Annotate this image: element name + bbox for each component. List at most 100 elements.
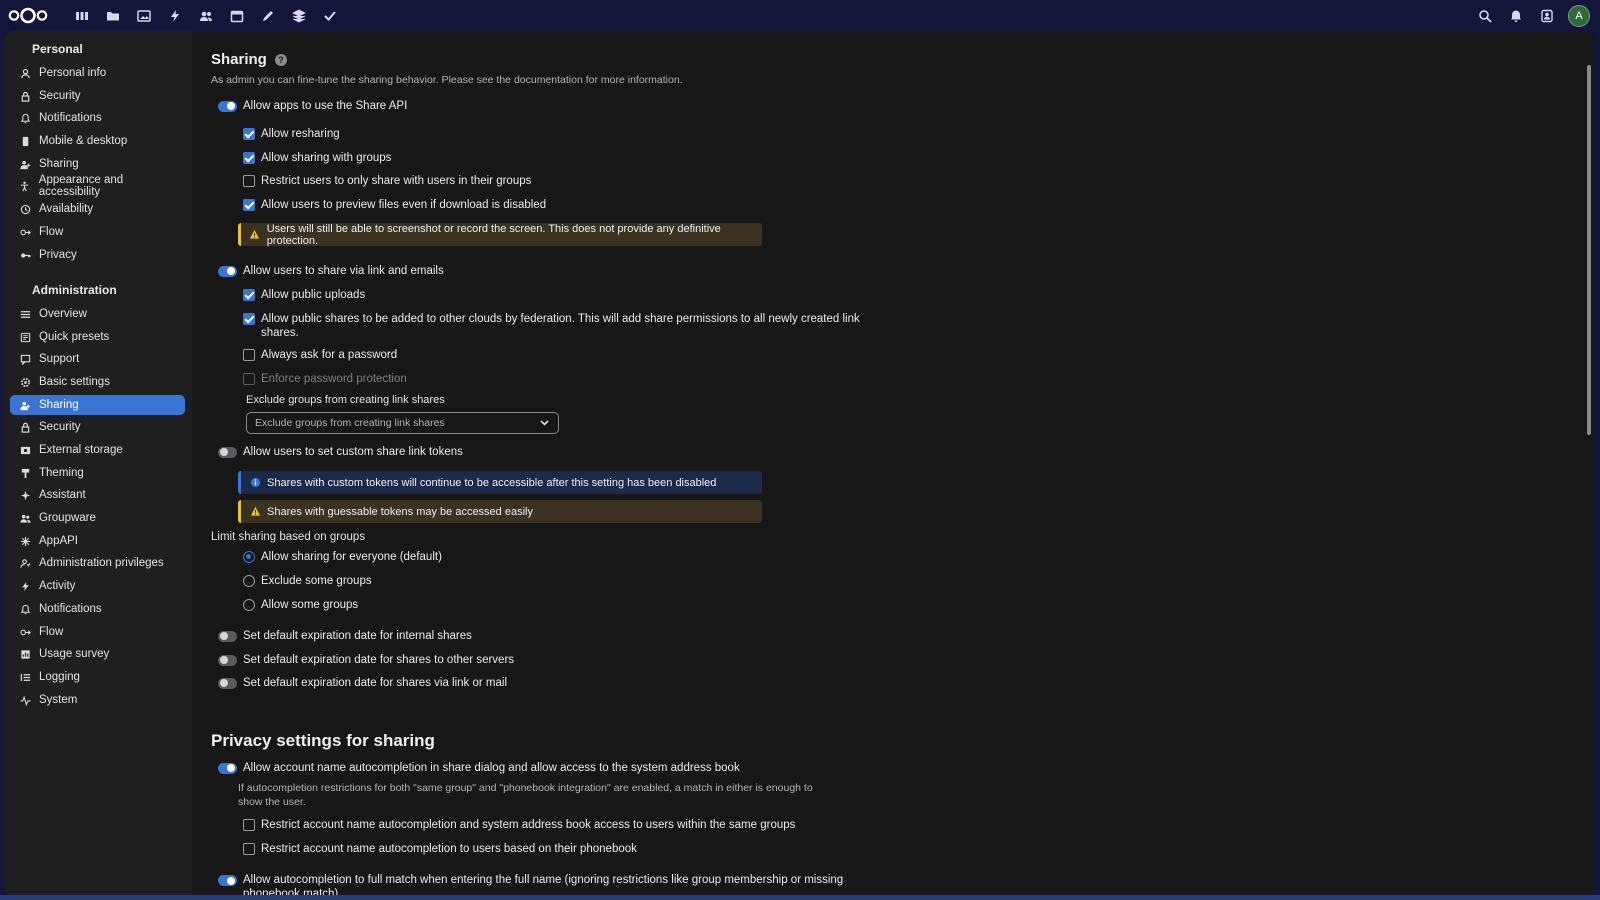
tasks-icon[interactable] [314, 6, 345, 26]
sidebar-item-privacy[interactable]: Privacy [10, 245, 185, 265]
toggle-custom-tokens[interactable]: Allow users to set custom share link tok… [218, 446, 463, 458]
toggle-full-match[interactable]: Allow autocompletion to full match when … [218, 873, 843, 897]
radio-everyone[interactable]: Allow sharing for everyone (default) [243, 551, 442, 563]
radio-allow-groups[interactable]: Allow some groups [243, 599, 358, 611]
sidebar-item-overview[interactable]: Overview [10, 304, 185, 324]
brush-icon [19, 467, 31, 479]
exclude-groups-label: Exclude groups from creating link shares [246, 394, 445, 406]
scrollbar[interactable] [1587, 65, 1591, 435]
checkbox-allow-preview[interactable]: Allow users to preview files even if dow… [243, 199, 546, 211]
sidebar-item-appapi[interactable]: AppAPI [10, 531, 185, 551]
checkbox-enforce-password[interactable]: Enforce password protection [243, 373, 407, 385]
sidebar-item-administration-privileges[interactable]: Administration privileges [10, 553, 185, 573]
calendar-icon[interactable] [221, 6, 252, 26]
checkbox-allow-groups[interactable]: Allow sharing with groups [243, 152, 391, 164]
contacts-icon[interactable] [190, 6, 221, 26]
content-frame: Personal Personal info Security Notifica… [4, 31, 1594, 897]
checkbox-icon[interactable] [243, 175, 255, 187]
toggle-exp-link[interactable]: Set default expiration date for shares v… [218, 677, 507, 689]
background-edge [0, 895, 1600, 900]
share-icon [19, 158, 31, 170]
switch-exp-servers[interactable] [218, 654, 237, 666]
checkbox-federation[interactable]: Allow public shares to be added to other… [243, 312, 860, 340]
checkbox-icon[interactable] [243, 843, 255, 855]
sidebar-item-notifications-admin[interactable]: Notifications [10, 599, 185, 619]
switch-custom-tokens[interactable] [218, 446, 237, 458]
avatar[interactable]: A [1568, 4, 1590, 27]
checkbox-icon[interactable] [243, 152, 255, 164]
sidebar-item-activity[interactable]: Activity [10, 576, 185, 596]
checkbox-restrict-same-group[interactable]: Restrict account name autocompletion and… [243, 819, 795, 831]
sidebar-item-notifications[interactable]: Notifications [10, 108, 185, 128]
sidebar-section-administration: Administration [32, 283, 117, 297]
sidebar-item-quick-presets[interactable]: Quick presets [10, 327, 185, 347]
sidebar-item-personal-info[interactable]: Personal info [10, 63, 185, 83]
notifications-icon[interactable] [1500, 4, 1531, 27]
sidebar-item-availability[interactable]: Availability [10, 199, 185, 219]
sidebar-item-basic-settings[interactable]: Basic settings [10, 372, 185, 392]
contacts-menu-icon[interactable] [1531, 4, 1562, 27]
switch-autocomplete[interactable] [218, 762, 237, 774]
sidebar-item-system[interactable]: System [10, 690, 185, 710]
checkbox-public-uploads[interactable]: Allow public uploads [243, 289, 365, 301]
switch-share-link[interactable] [218, 265, 237, 277]
photos-icon[interactable] [128, 6, 159, 26]
checkbox-icon[interactable] [243, 199, 255, 211]
checkbox-ask-password[interactable]: Always ask for a password [243, 349, 397, 361]
exclude-groups-select[interactable]: Exclude groups from creating link shares [246, 412, 559, 434]
checkbox-icon[interactable] [243, 819, 255, 831]
settings-content: Sharing ? As admin you can fine-tune the… [192, 31, 1552, 897]
sidebar-item-theming[interactable]: Theming [10, 463, 185, 483]
activity-icon[interactable] [159, 6, 190, 26]
checkbox-icon[interactable] [243, 289, 255, 301]
sidebar-item-sharing-admin[interactable]: Sharing [10, 395, 185, 415]
toggle-share-link[interactable]: Allow users to share via link and emails [218, 265, 444, 277]
deck-icon[interactable] [283, 6, 314, 26]
switch-share-api[interactable] [218, 100, 237, 112]
sidebar-item-support[interactable]: Support [10, 349, 185, 369]
switch-full-match[interactable] [218, 875, 237, 886]
radio-icon[interactable] [243, 575, 255, 587]
toggle-share-api[interactable]: Allow apps to use the Share API [218, 100, 407, 112]
app-menu [66, 6, 345, 26]
sidebar-item-assistant[interactable]: Assistant [10, 485, 185, 505]
sidebar-item-appearance[interactable]: Appearance and accessibility [10, 174, 185, 198]
toggle-autocomplete[interactable]: Allow account name autocompletion in sha… [218, 762, 740, 774]
nextcloud-logo[interactable] [8, 7, 48, 24]
toggle-exp-servers[interactable]: Set default expiration date for shares t… [218, 654, 514, 666]
sidebar-item-mobile-desktop[interactable]: Mobile & desktop [10, 131, 185, 151]
checkbox-icon[interactable] [243, 373, 255, 385]
checkbox-icon[interactable] [243, 349, 255, 361]
checkbox-allow-resharing[interactable]: Allow resharing [243, 128, 340, 140]
sidebar-item-flow[interactable]: Flow [10, 222, 185, 242]
checkbox-restrict-phonebook[interactable]: Restrict account name autocompletion to … [243, 843, 637, 855]
bell-icon [19, 603, 31, 615]
radio-icon[interactable] [243, 599, 255, 611]
sidebar-item-flow-admin[interactable]: Flow [10, 622, 185, 642]
switch-exp-link[interactable] [218, 677, 237, 689]
autocomplete-description: If autocompletion restrictions for both … [238, 782, 813, 808]
toggle-exp-internal[interactable]: Set default expiration date for internal… [218, 630, 472, 642]
sidebar-item-logging[interactable]: Logging [10, 667, 185, 687]
checkbox-icon[interactable] [243, 313, 255, 325]
sidebar-item-sharing-personal[interactable]: Sharing [10, 154, 185, 174]
share-icon [19, 399, 31, 411]
sidebar-item-external-storage[interactable]: External storage [10, 440, 185, 460]
switch-exp-internal[interactable] [218, 630, 237, 642]
sidebar-item-security-admin[interactable]: Security [10, 417, 185, 437]
sidebar-item-security[interactable]: Security [10, 86, 185, 106]
radio-exclude-groups[interactable]: Exclude some groups [243, 575, 372, 587]
files-icon[interactable] [97, 6, 128, 26]
sharing-description: As admin you can fine-tune the sharing b… [211, 74, 683, 86]
checkbox-icon[interactable] [243, 128, 255, 140]
dashboard-icon[interactable] [66, 6, 97, 26]
limit-sharing-title: Limit sharing based on groups [211, 531, 366, 543]
notes-icon[interactable] [252, 6, 283, 26]
storage-icon [19, 444, 31, 456]
sidebar-item-usage-survey[interactable]: Usage survey [10, 644, 185, 664]
sidebar-item-groupware[interactable]: Groupware [10, 508, 185, 528]
checkbox-restrict-groups[interactable]: Restrict users to only share with users … [243, 175, 531, 187]
radio-icon[interactable] [243, 551, 255, 563]
help-icon[interactable]: ? [274, 53, 287, 66]
search-icon[interactable] [1469, 4, 1500, 27]
